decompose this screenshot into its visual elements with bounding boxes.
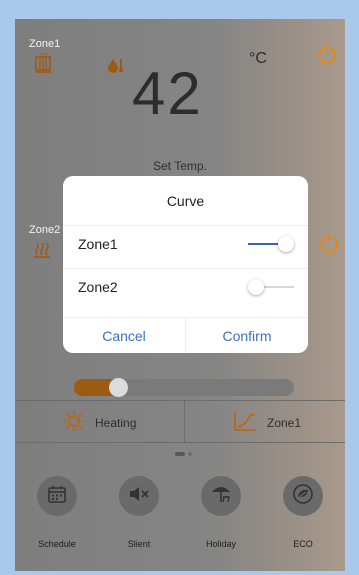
dialog-row-zone1: Zone1 [63,225,308,262]
zone1-curve-label: Zone1 [78,236,118,252]
zone2-slider-knob[interactable] [109,378,128,397]
silent-label: Slient [127,539,151,549]
page-dot-active [175,452,185,456]
zone2-curve-switch[interactable] [248,279,294,295]
eco-leaf-icon [292,483,314,510]
holiday-label: Holiday [205,539,236,549]
curve-zone-button[interactable]: Zone1 [233,401,301,444]
temperature-unit: °C [249,50,267,67]
zone2-power-button[interactable] [318,232,340,254]
app-screen: Zone1 42 °C Set Temp. Zone2 Heating Zone… [15,19,345,571]
floor-heating-icon [34,241,50,264]
dialog-actions: Cancel Confirm [63,317,308,353]
silent-button[interactable] [119,476,159,516]
page-dot [188,452,192,456]
schedule-label: Schedule [38,539,76,549]
zone2-curve-label: Zone2 [78,279,118,295]
set-temperature-value: 42 [132,60,203,127]
curve-dialog: Curve Zone1 Zone2 Cancel Confirm [63,176,308,353]
zone1-label: Zone1 [29,38,61,50]
zone1-curve-switch[interactable] [248,236,294,252]
dialog-row-zone2: Zone2 [63,268,308,305]
confirm-button[interactable]: Confirm [185,318,308,353]
schedule-button[interactable] [37,476,77,516]
mode-bar: Heating Zone1 [15,400,345,443]
eco-label: ECO [293,539,313,549]
heating-mode-button[interactable]: Heating [63,401,136,444]
holiday-button[interactable] [201,476,241,516]
mode-divider [184,401,185,442]
water-temp-icon [108,57,124,78]
zone1-power-button[interactable] [316,43,338,65]
set-temp-caption: Set Temp. [153,159,207,173]
eco-button[interactable] [283,476,323,516]
mute-icon [128,484,150,509]
dialog-title: Curve [166,193,205,209]
curve-zone-label: Zone1 [267,415,302,430]
sun-icon [63,410,85,435]
zone1-switch-knob[interactable] [278,236,294,252]
zone2-label: Zone2 [29,224,61,236]
beach-umbrella-icon [210,484,232,509]
radiator-icon [34,51,52,78]
zone2-switch-knob[interactable] [248,279,264,295]
calendar-icon [47,484,67,509]
page-indicator [175,452,192,456]
cancel-button[interactable]: Cancel [63,318,185,353]
heating-mode-label: Heating [95,415,137,430]
curve-chart-icon [233,410,257,435]
